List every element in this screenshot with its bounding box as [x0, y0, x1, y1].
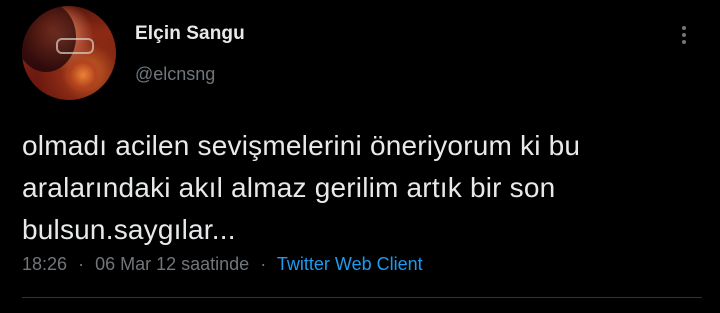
- avatar[interactable]: [22, 6, 116, 100]
- more-dot: [682, 33, 686, 37]
- avatar-glow: [64, 58, 102, 92]
- tweet-card: Elçin Sangu @elcnsng olmadı acilen seviş…: [0, 0, 720, 313]
- tweet-time[interactable]: 18:26: [22, 254, 67, 274]
- meta-separator: ·: [78, 254, 85, 274]
- meta-separator: ·: [260, 254, 267, 274]
- author-name[interactable]: Elçin Sangu: [135, 23, 245, 45]
- tweet-meta: 18:26 · 06 Mar 12 saatinde · Twitter Web…: [22, 254, 423, 275]
- tweet-date[interactable]: 06 Mar 12 saatinde: [95, 254, 249, 274]
- more-dot: [682, 26, 686, 30]
- author-handle[interactable]: @elcnsng: [135, 64, 215, 85]
- tweet-client-link[interactable]: Twitter Web Client: [277, 254, 423, 274]
- more-dot: [682, 40, 686, 44]
- avatar-glasses: [56, 38, 94, 54]
- more-options-icon[interactable]: [670, 20, 698, 50]
- tweet-text: olmadı acilen sevişmelerini öneriyorum k…: [22, 130, 581, 245]
- divider: [22, 297, 702, 298]
